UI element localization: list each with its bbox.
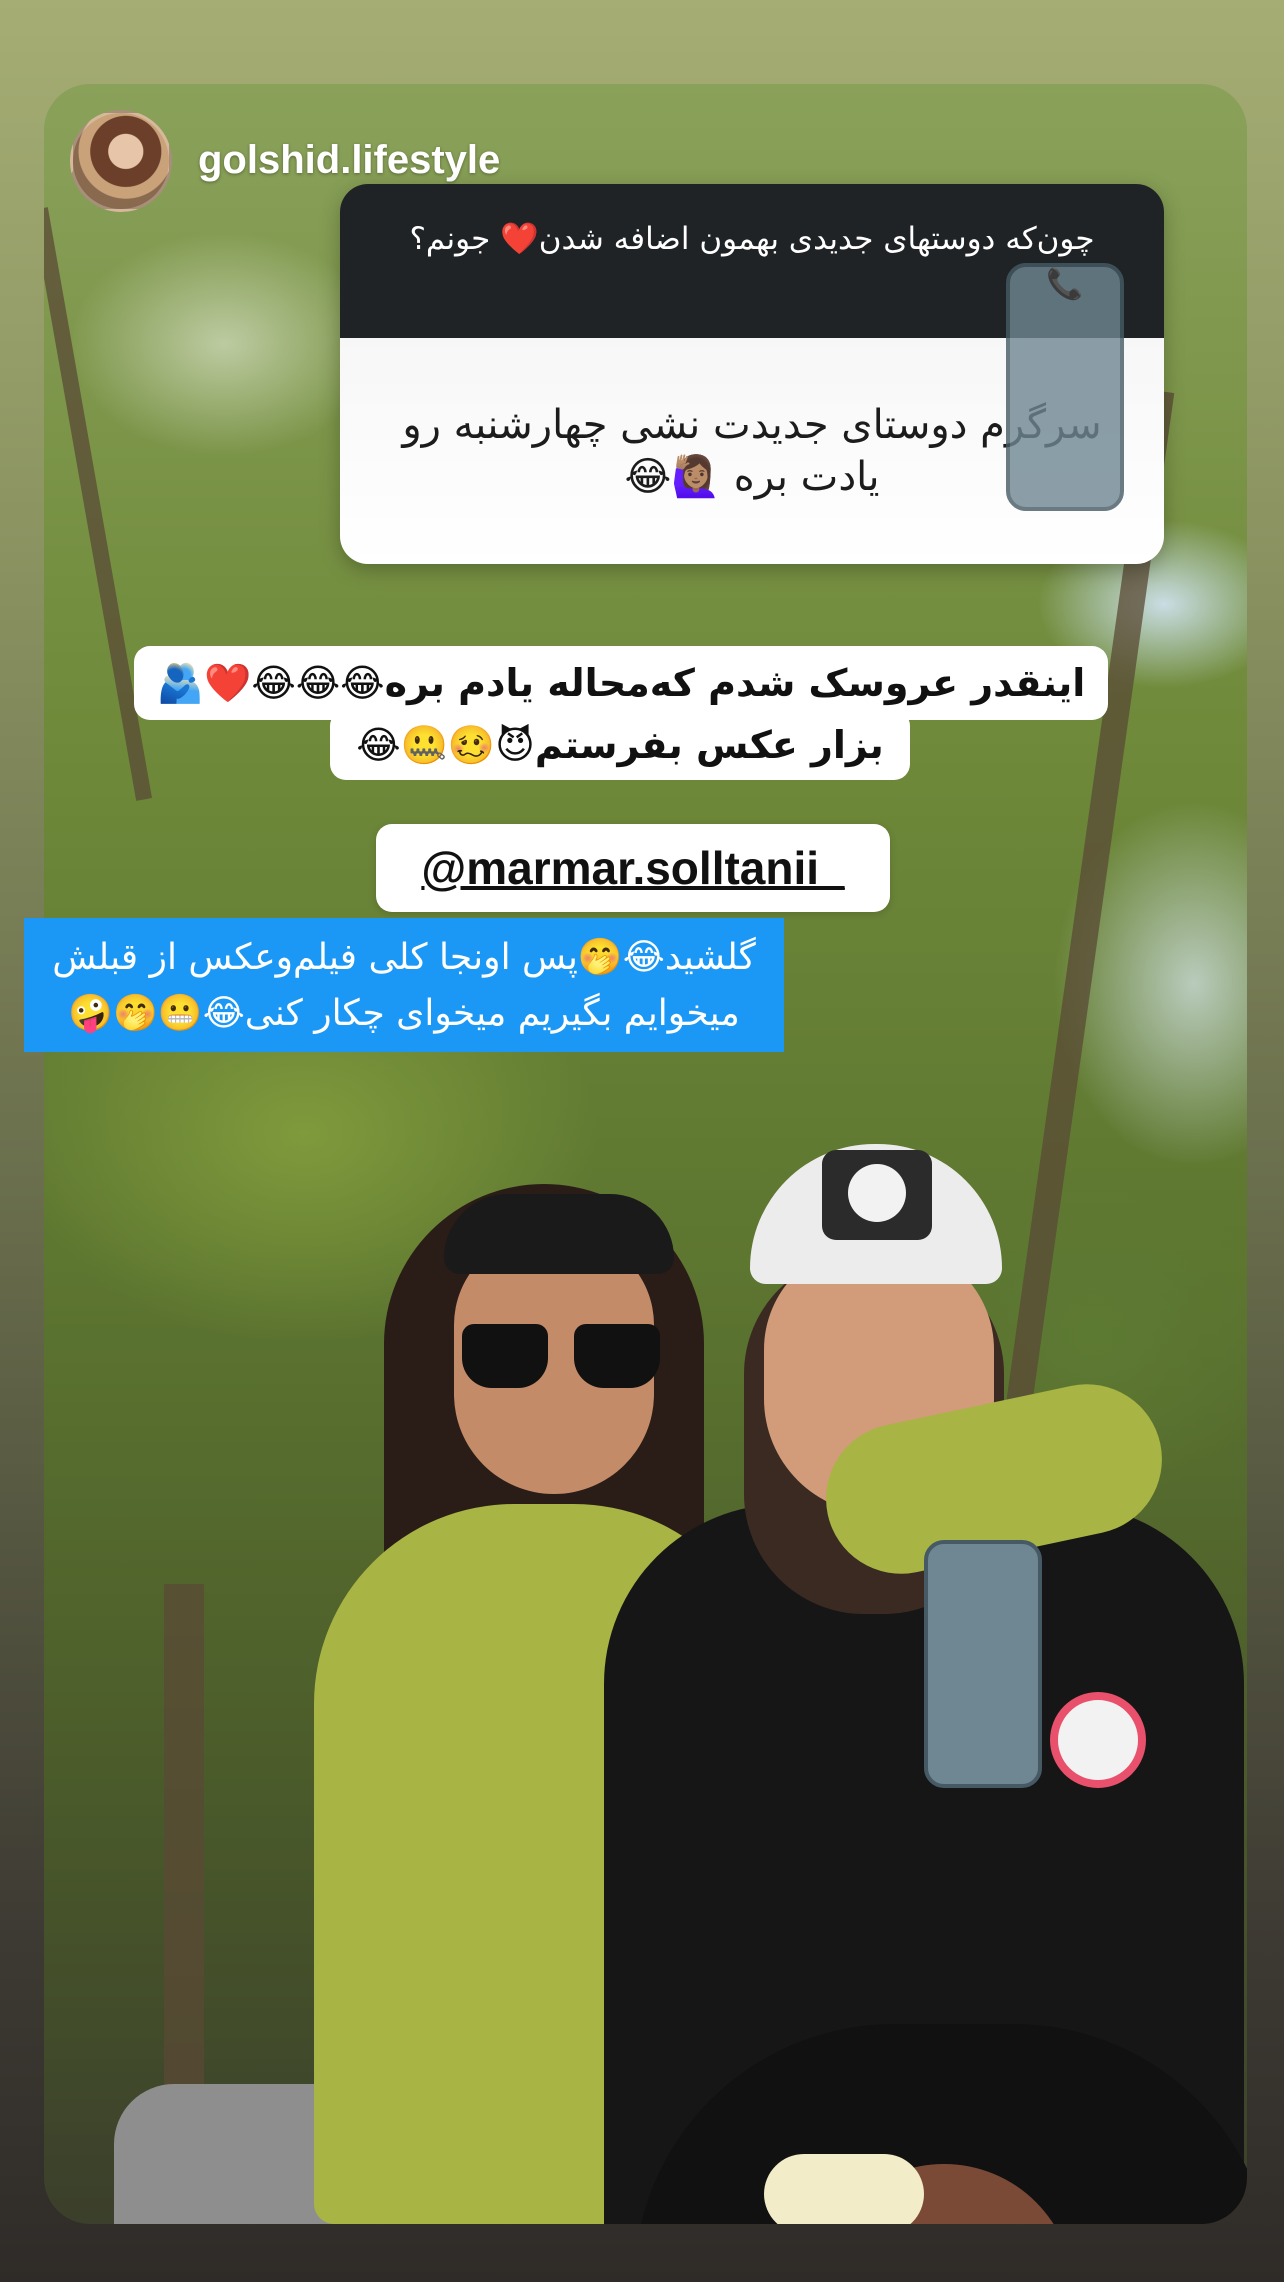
phone-in-hand <box>924 1540 1042 1788</box>
wristwatch <box>1050 1692 1146 1788</box>
reply-line-2: میخوایم بگیریم میخوای چکار کنی😂😬🤭🤪 <box>68 993 740 1034</box>
mention-sticker[interactable]: @marmar.solltanii_ <box>376 824 890 912</box>
mention-text: @marmar.solltanii_ <box>421 842 845 894</box>
username[interactable]: golshid.lifestyle <box>198 138 500 183</box>
question-text: چون‌که دوستهای جدیدی بهمون اضافه شدن❤️ ج… <box>409 221 1095 257</box>
sunglasses <box>462 1324 662 1392</box>
question-header: چون‌که دوستهای جدیدی بهمون اضافه شدن❤️ ج… <box>340 184 1164 511</box>
caption-line-2: بزار عکس بفرستم😈🥴🤐😂 <box>330 710 910 780</box>
headband <box>444 1194 674 1274</box>
reply-text-box: گلشید😂🤭پس اونجا کلی فیلم‌وعکس از قبلش می… <box>24 918 784 1052</box>
reply-line-1: گلشید😂🤭پس اونجا کلی فیلم‌وعکس از قبلش <box>52 937 756 978</box>
phone-icon: 📞 <box>1006 263 1124 511</box>
hair-bow <box>764 2154 924 2224</box>
profile-avatar[interactable] <box>70 110 172 212</box>
panda-patch <box>822 1150 932 1240</box>
caption-line-1: اینقدر عروسک شدم که‌محاله یادم بره😂😂😂❤️🫂 <box>134 646 1108 720</box>
question-sticker[interactable]: چون‌که دوستهای جدیدی بهمون اضافه شدن❤️ ج… <box>340 184 1164 564</box>
